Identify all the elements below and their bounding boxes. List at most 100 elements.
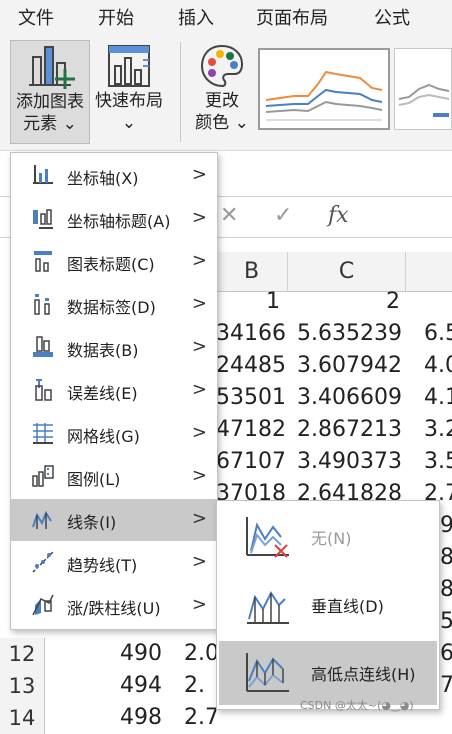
- chevron-right-icon: >: [191, 379, 207, 400]
- cell-b[interactable]: 53501: [216, 382, 286, 414]
- quick-layout-icon: [108, 45, 150, 87]
- add-chart-element-menu: 坐标轴(X) > 坐标轴标题(A) > 图表标题(C) > 数据标签(D) > …: [10, 152, 218, 630]
- cell-a[interactable]: 490: [60, 638, 162, 670]
- cell-d[interactable]: 3.5: [424, 446, 452, 478]
- palette-icon: [200, 44, 244, 88]
- add-chart-element-button[interactable]: 添加图表 元素 ⌄: [10, 40, 90, 144]
- cell-d[interactable]: 3.2: [424, 414, 452, 446]
- submenu-item-none[interactable]: 无(N): [219, 505, 437, 569]
- ribbon-separator: [180, 42, 181, 142]
- chevron-right-icon: >: [191, 293, 207, 314]
- add-chart-element-label: 添加图表: [16, 92, 84, 112]
- submenu-item-drop-lines[interactable]: 垂直线(D): [219, 573, 437, 637]
- cell-a[interactable]: 498: [60, 702, 162, 734]
- menu-item-label: 数据表(B): [67, 341, 139, 360]
- chart-style-thumbnail-2[interactable]: [394, 48, 452, 130]
- row-number-13[interactable]: 13: [0, 670, 45, 702]
- menu-item-axes[interactable]: 坐标轴(X) >: [11, 155, 217, 197]
- chevron-right-icon: >: [191, 250, 207, 271]
- row-number-12[interactable]: 12: [0, 638, 45, 670]
- cell-d[interactable]: 7: [440, 670, 452, 702]
- cell-d[interactable]: 9: [440, 510, 452, 542]
- cell-b[interactable]: 47182: [216, 414, 286, 446]
- drop-lines-icon: [247, 591, 289, 624]
- menu-item-up-down-bars[interactable]: 涨/跌柱线(U) >: [11, 585, 217, 627]
- menu-item-trendline[interactable]: 趋势线(T) >: [11, 542, 217, 584]
- quick-layout-button[interactable]: 快速布局 ⌄: [92, 40, 166, 144]
- chevron-right-icon: >: [191, 164, 207, 185]
- insert-function-icon[interactable]: fx: [328, 203, 349, 228]
- menu-item-label: 数据标签(D): [67, 298, 156, 317]
- menu-item-gridlines[interactable]: 网格线(G) >: [11, 413, 217, 455]
- chevron-right-icon: >: [191, 594, 207, 615]
- watermark: CSDN @太太~(◕‿◕): [300, 699, 414, 712]
- lines-icon: [32, 510, 52, 529]
- cancel-icon[interactable]: ✕: [220, 203, 238, 228]
- enter-icon[interactable]: ✓: [274, 203, 292, 228]
- high-low-lines-icon: [246, 653, 289, 692]
- gridlines-icon: [33, 423, 53, 444]
- menu-item-axis-titles[interactable]: 坐标轴标题(A) >: [11, 198, 217, 240]
- cell-d[interactable]: 8: [440, 542, 452, 574]
- trendline-icon: [32, 551, 54, 573]
- chevron-down-icon: ⌄: [121, 113, 137, 133]
- menu-bar: 文件 开始 插入 页面布局 公式: [0, 0, 452, 34]
- cell-c[interactable]: 5.635239: [288, 318, 402, 350]
- tab-formulas[interactable]: 公式: [374, 4, 410, 30]
- tab-page-layout[interactable]: 页面布局: [256, 4, 328, 30]
- cell-c[interactable]: 3.607942: [288, 350, 402, 382]
- cell-d[interactable]: 6: [440, 638, 452, 670]
- change-colors-label-2: 颜色 ⌄: [195, 113, 249, 133]
- menu-item-chart-title[interactable]: 图表标题(C) >: [11, 241, 217, 283]
- cell-b[interactable]: 67107: [216, 446, 286, 478]
- menu-item-data-labels[interactable]: 数据标签(D) >: [11, 284, 217, 326]
- menu-item-data-table[interactable]: 数据表(B) >: [11, 327, 217, 369]
- cell-c[interactable]: 3.406609: [288, 382, 402, 414]
- cell-d[interactable]: 5: [440, 606, 452, 638]
- data-table-icon: [33, 336, 53, 357]
- cell-c[interactable]: 2.867213: [288, 414, 402, 446]
- cell-b[interactable]: 34166: [216, 318, 286, 350]
- column-header-d[interactable]: [406, 252, 452, 292]
- cell-a[interactable]: 494: [60, 670, 162, 702]
- row-number-14[interactable]: 14: [0, 702, 45, 734]
- cell-c-header[interactable]: 2: [288, 286, 400, 318]
- submenu-item-high-low-lines[interactable]: 高低点连线(H): [219, 641, 437, 705]
- data-labels-icon: [34, 294, 50, 315]
- error-bars-icon: [35, 379, 52, 401]
- menu-item-label: 趋势线(T): [67, 556, 138, 575]
- legend-icon: [32, 465, 54, 487]
- cell-b[interactable]: 24485: [216, 350, 286, 382]
- chart-title-icon: [34, 251, 52, 272]
- menu-item-label: 网格线(G): [67, 427, 140, 446]
- chevron-right-icon: >: [191, 551, 207, 572]
- ribbon: 添加图表 元素 ⌄ 快速布局 ⌄ 更改 颜色 ⌄: [0, 34, 452, 151]
- tab-file[interactable]: 文件: [18, 4, 54, 30]
- submenu-item-label: 无(N): [311, 529, 352, 548]
- none-lines-icon: [246, 517, 289, 558]
- chevron-down-icon: ⌄: [234, 113, 249, 133]
- cell-d[interactable]: 4.0: [424, 350, 452, 382]
- change-colors-label: 更改: [205, 91, 239, 111]
- quick-layout-label: 快速布局: [95, 91, 163, 111]
- tab-insert[interactable]: 插入: [178, 4, 214, 30]
- chart-style-thumbnail-1[interactable]: [258, 48, 390, 130]
- menu-item-lines[interactable]: 线条(I) >: [11, 499, 217, 541]
- cell-d[interactable]: 8: [440, 574, 452, 606]
- axis-titles-icon: [33, 209, 53, 229]
- cell-c[interactable]: 3.490373: [288, 446, 402, 478]
- cell-d[interactable]: 4.1: [424, 382, 452, 414]
- change-colors-button[interactable]: 更改 颜色 ⌄: [192, 40, 252, 144]
- menu-item-label: 坐标轴标题(A): [67, 212, 171, 231]
- add-chart-element-icon: [29, 46, 75, 89]
- chevron-down-icon: ⌄: [62, 114, 77, 134]
- menu-item-error-bars[interactable]: 误差线(E) >: [11, 370, 217, 412]
- chart-style-preview-1: [265, 70, 383, 121]
- menu-item-legend[interactable]: 图例(L) >: [11, 456, 217, 498]
- chevron-right-icon: >: [191, 508, 207, 529]
- tab-home[interactable]: 开始: [98, 4, 134, 30]
- cell-b-header[interactable]: 1: [216, 286, 280, 318]
- cell-d[interactable]: 6.5: [424, 318, 452, 350]
- chart-style-preview-2: [398, 83, 450, 117]
- menu-item-label: 误差线(E): [67, 384, 138, 403]
